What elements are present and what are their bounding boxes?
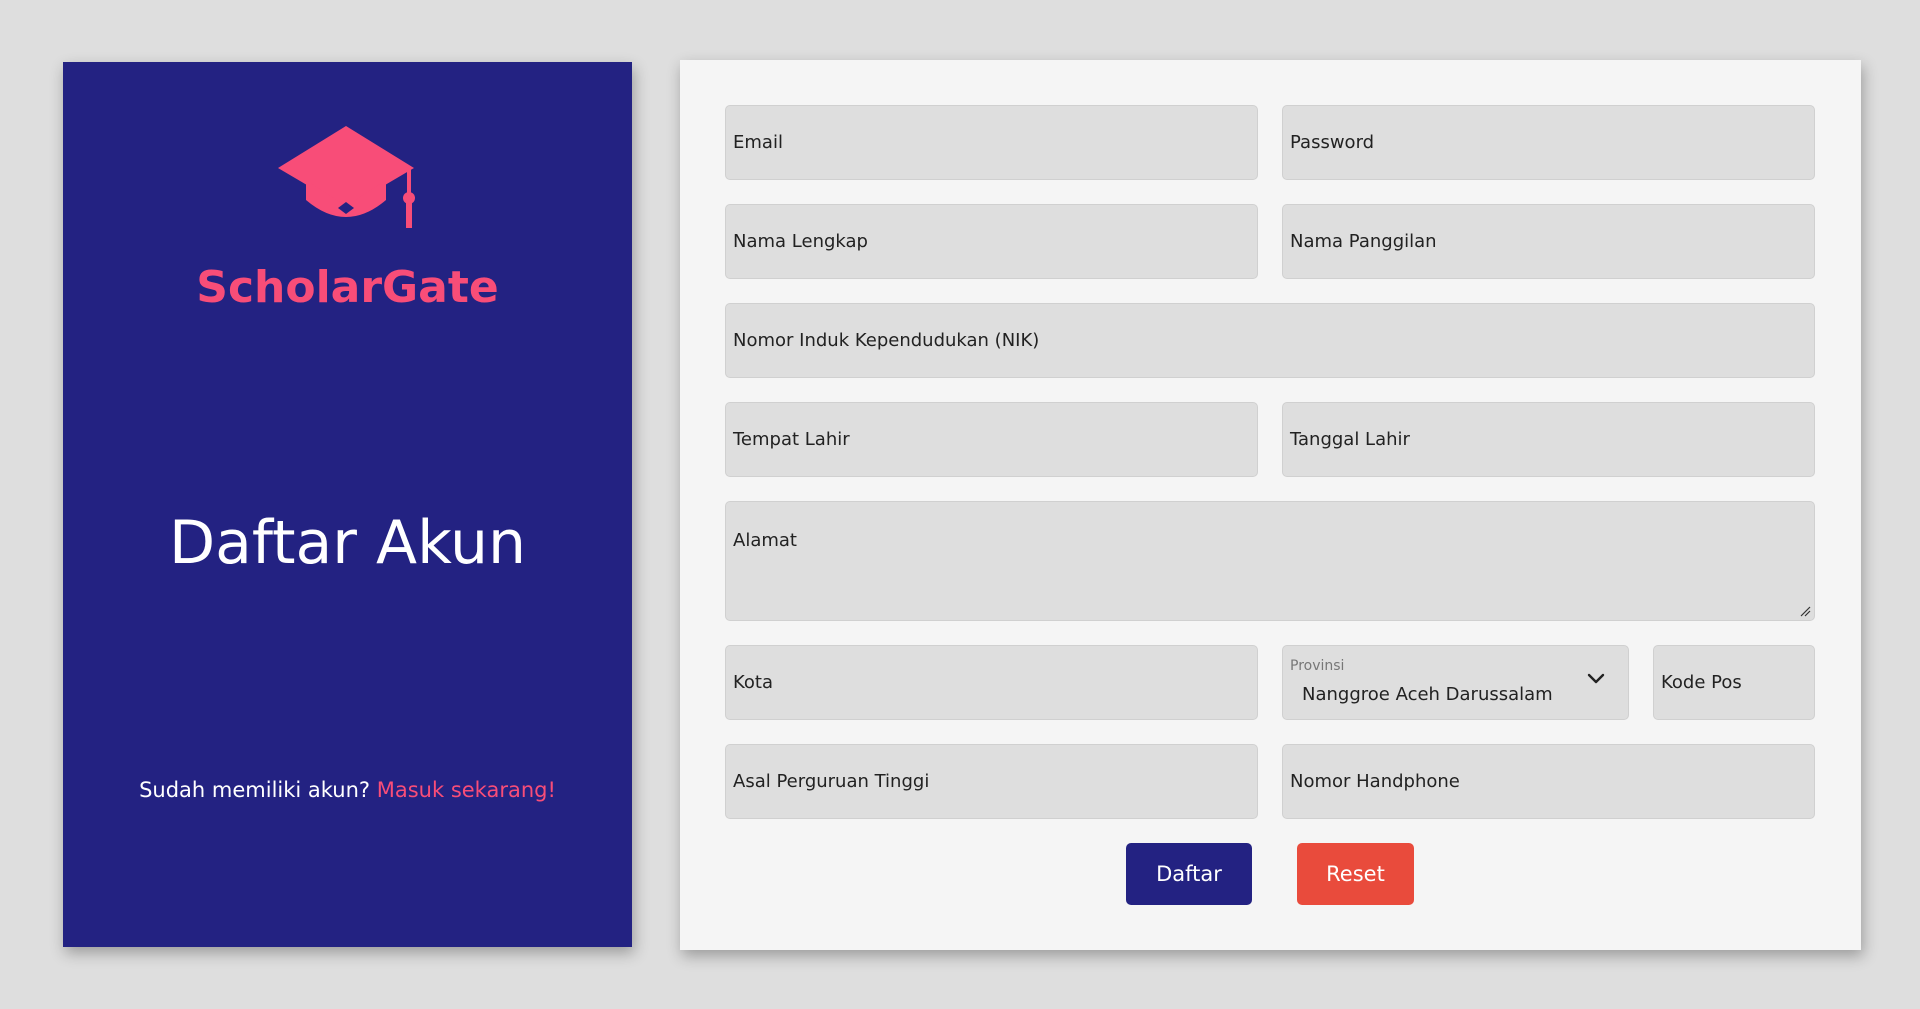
- nik-field[interactable]: Nomor Induk Kependudukan (NIK): [725, 303, 1815, 378]
- chevron-down-icon: [1587, 673, 1605, 684]
- nickname-field[interactable]: Nama Panggilan: [1282, 204, 1815, 279]
- brand-name: ScholarGate: [196, 262, 499, 313]
- password-field[interactable]: Password: [1282, 105, 1815, 180]
- birthdate-field[interactable]: Tanggal Lahir: [1282, 402, 1815, 477]
- registration-form: Email Password Nama Lengkap Nama Panggil…: [680, 60, 1861, 950]
- phone-field[interactable]: Nomor Handphone: [1282, 744, 1815, 819]
- address-placeholder: Alamat: [733, 530, 797, 551]
- province-label: Provinsi: [1290, 658, 1345, 674]
- email-field[interactable]: Email: [725, 105, 1258, 180]
- resize-handle-icon[interactable]: [1799, 605, 1811, 617]
- login-prompt-text: Sudah memiliki akun?: [139, 778, 371, 802]
- birthplace-field[interactable]: Tempat Lahir: [725, 402, 1258, 477]
- login-link[interactable]: Masuk sekarang!: [377, 778, 556, 802]
- city-field[interactable]: Kota: [725, 645, 1258, 720]
- reset-button[interactable]: Reset: [1297, 843, 1414, 905]
- address-textarea[interactable]: Alamat: [725, 501, 1815, 621]
- graduation-cap-icon: [278, 126, 415, 228]
- postal-code-field[interactable]: Kode Pos: [1653, 645, 1815, 720]
- submit-button[interactable]: Daftar: [1126, 843, 1252, 905]
- university-field[interactable]: Asal Perguruan Tinggi: [725, 744, 1258, 819]
- login-prompt: Sudah memiliki akun? Masuk sekarang!: [63, 778, 632, 802]
- province-value: Nanggroe Aceh Darussalam: [1302, 684, 1553, 705]
- brand-panel: ScholarGate Daftar Akun Sudah memiliki a…: [63, 62, 632, 947]
- fullname-field[interactable]: Nama Lengkap: [725, 204, 1258, 279]
- province-select[interactable]: Provinsi Nanggroe Aceh Darussalam: [1282, 645, 1629, 720]
- page-title: Daftar Akun: [168, 508, 527, 578]
